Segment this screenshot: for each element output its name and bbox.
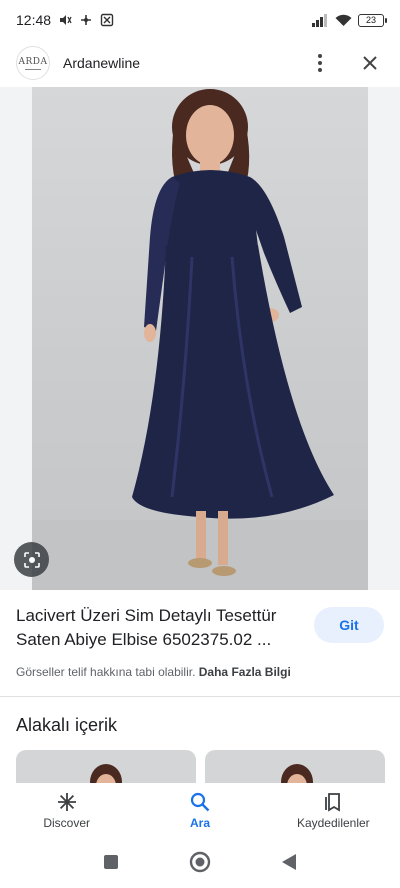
nav-saved-label: Kaydedilenler: [296, 816, 370, 830]
back-triangle-icon: [282, 853, 296, 870]
result-title[interactable]: Lacivert Üzeri Sim Detaylı Tesettür Sate…: [16, 604, 306, 652]
close-button[interactable]: [356, 49, 384, 77]
site-logo[interactable]: ARDA: [16, 46, 50, 80]
related-content-title: Alakalı içerik: [16, 715, 118, 735]
nav-search[interactable]: Ara: [133, 783, 266, 839]
more-vert-icon: [318, 54, 322, 72]
nav-search-label: Ara: [189, 816, 210, 830]
mute-icon: [58, 13, 72, 27]
bottom-navigation: Discover Ara Kaydedilenler: [0, 783, 400, 839]
site-name[interactable]: Ardanewline: [63, 55, 140, 71]
nav-discover-label: Discover: [43, 816, 90, 830]
divider: [0, 696, 400, 697]
status-time: 12:48: [16, 12, 52, 28]
lens-button[interactable]: [14, 542, 49, 577]
status-bar: 12:48 23: [0, 0, 400, 40]
nav-saved[interactable]: Kaydedilenler: [267, 783, 400, 839]
source-header: ARDA Ardanewline: [0, 40, 400, 86]
system-navigation: [0, 840, 400, 888]
notification-icon: [100, 13, 114, 27]
image-viewer[interactable]: [0, 87, 400, 590]
visit-button[interactable]: Git: [314, 607, 384, 643]
home-button[interactable]: [189, 851, 211, 878]
collections-icon: [325, 793, 341, 812]
copyright-text: Görseller telif hakkına tabi olabilir.: [16, 665, 196, 679]
wifi-icon: [335, 14, 352, 27]
nav-discover[interactable]: Discover: [0, 783, 133, 839]
signal-icon: [311, 13, 329, 27]
close-icon: [363, 56, 377, 70]
copyright-notice: Görseller telif hakkına tabi olabilir. D…: [16, 665, 291, 679]
more-options-button[interactable]: [306, 49, 334, 77]
home-circle-icon: [189, 851, 211, 872]
lens-icon: [23, 551, 40, 568]
product-image[interactable]: [32, 87, 368, 590]
logo-text: ARDA: [18, 56, 48, 67]
asterisk-icon: [57, 793, 76, 811]
square-icon: [104, 854, 118, 869]
more-info-link[interactable]: Daha Fazla Bilgi: [199, 665, 291, 679]
sync-icon: [79, 13, 93, 27]
recents-button[interactable]: [103, 854, 119, 875]
battery-icon: 23: [358, 13, 387, 27]
result-info: Lacivert Üzeri Sim Detaylı Tesettür Sate…: [16, 604, 384, 652]
search-icon: [190, 792, 210, 812]
back-button[interactable]: [281, 853, 297, 876]
